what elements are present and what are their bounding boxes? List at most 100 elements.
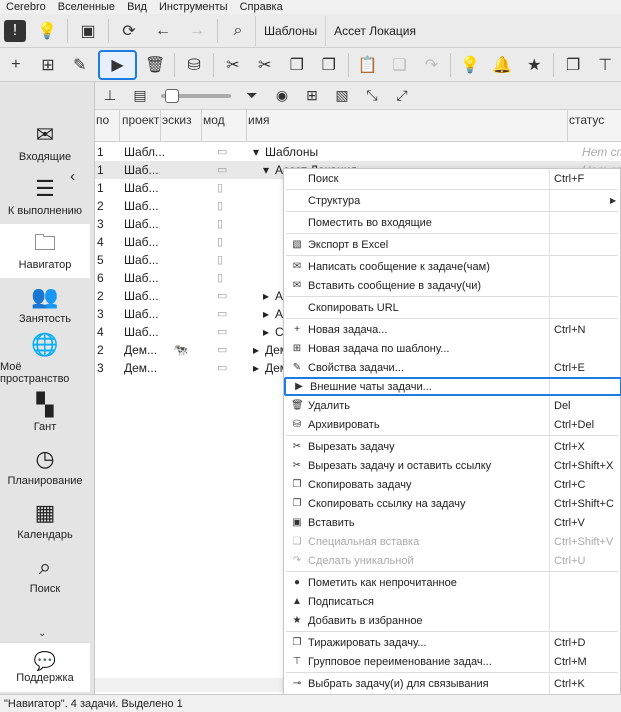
context-menu-item[interactable]: 🗑 Удалить Del <box>284 396 620 415</box>
row-status: Нет ста... <box>582 145 621 159</box>
sidebar-item-calendar[interactable]: ▦ Календарь <box>0 494 90 548</box>
sidebar-item-gantt[interactable]: ▚ Гант <box>0 386 90 440</box>
copy-icon[interactable]: ❐ <box>283 50 311 80</box>
hierarchy-icon[interactable]: ⊥ <box>97 84 123 108</box>
forward-arrow-icon[interactable]: → <box>182 16 212 46</box>
globe-icon: 🌐 <box>31 332 59 357</box>
excel-icon[interactable]: ▧ <box>329 84 355 108</box>
menu-1[interactable]: Вселенные <box>52 1 121 13</box>
sidebar-item-todo[interactable]: ☰ К выполнению <box>0 170 90 224</box>
sidebar-item-my-space[interactable]: 🌐 Моё пространство <box>0 332 90 386</box>
context-menu-item[interactable]: + Новая задача... Ctrl+N <box>284 320 620 339</box>
folder-icon: ▯ <box>217 200 224 212</box>
tab-templates[interactable]: Шаблоны <box>255 15 325 46</box>
unique-icon[interactable]: ↷ <box>418 50 446 80</box>
filter-icon[interactable]: ⏷ <box>239 84 265 108</box>
sidebar-item-inbox[interactable]: ✉ Входящие <box>0 116 90 170</box>
context-menu-item[interactable]: ✂ Вырезать задачу и оставить ссылку Ctrl+S… <box>284 456 620 475</box>
col-header-name[interactable]: имя <box>248 113 269 127</box>
horizontal-scrollbar[interactable] <box>95 678 285 692</box>
bulb-icon[interactable]: 💡 <box>456 50 484 80</box>
row-project: Шаб... <box>124 163 159 177</box>
row-project: Шаб... <box>124 235 159 249</box>
tab-asset-location[interactable]: Ассет Локация <box>325 15 424 46</box>
context-menu-item[interactable]: ❐ Скопировать ссылку на задачу Ctrl+Shift+… <box>284 494 620 513</box>
menu-2[interactable]: Вид <box>121 1 153 13</box>
slider-knob[interactable] <box>165 88 179 103</box>
archive-icon: ⛁ <box>292 419 302 430</box>
context-menu-item[interactable]: ✉ Вставить сообщение в задачу(чи) <box>284 276 620 295</box>
menu-item-shortcut: Ctrl+K <box>554 677 585 690</box>
bulb-icon[interactable]: 💡 <box>32 16 62 46</box>
row-num: 2 <box>97 343 104 357</box>
row-num: 2 <box>97 289 104 303</box>
context-menu-item[interactable]: ⊤ Групповое переименование задач... Ctrl+M <box>284 652 620 671</box>
context-menu-item[interactable]: ⛁ Архивировать Ctrl+Del <box>284 415 620 434</box>
paste-special-icon[interactable]: ❏ <box>386 50 414 80</box>
menu-0[interactable]: Cerebro <box>0 1 52 13</box>
scissors-icon[interactable]: ✂ <box>219 50 247 80</box>
context-menu-item[interactable]: ▶ Внешние чаты задачи... <box>284 377 621 396</box>
paste-icon[interactable]: 📋 <box>354 50 382 80</box>
context-menu-item[interactable]: ✉ Написать сообщение к задаче(чам) <box>284 257 620 276</box>
sidebar-item-navigator[interactable]: 🗀 Навигатор <box>0 224 90 278</box>
col-header-status[interactable]: статус <box>569 113 604 127</box>
sidebar-item-search[interactable]: ⌕ Поиск <box>0 548 90 602</box>
expand-all-icon[interactable]: ⤢ <box>389 84 415 108</box>
menu-3[interactable]: Инструменты <box>153 1 234 13</box>
context-menu-item[interactable]: Поместить во входящие <box>284 213 620 232</box>
context-menu-item[interactable]: ★ Добавить в избранное <box>284 611 620 630</box>
col-header-num[interactable]: по <box>96 113 109 127</box>
context-menu-item[interactable]: Скопировать URL <box>284 298 620 317</box>
context-menu-item[interactable]: ▧ Экспорт в Excel <box>284 235 620 254</box>
context-menu-item[interactable]: ❐ Тиражировать задачу... Ctrl+D <box>284 633 620 652</box>
context-menu-item[interactable]: ✂ Вырезать задачу Ctrl+X <box>284 437 620 456</box>
search-icon[interactable]: ⌕ <box>223 16 253 46</box>
trash-icon[interactable]: 🗑 <box>141 50 169 80</box>
menu-item-label: Поместить во входящие <box>308 216 432 229</box>
star-icon[interactable]: ★ <box>520 50 548 80</box>
context-menu-item[interactable]: ▲ Подписаться <box>284 592 620 611</box>
sidebar-item-planning[interactable]: ◷ Планирование <box>0 440 90 494</box>
menu-separator <box>286 233 618 234</box>
context-menu-item[interactable]: Структура ▶ <box>284 191 620 210</box>
back-arrow-icon[interactable]: ← <box>148 16 178 46</box>
col-header-thumb[interactable]: эскиз <box>162 113 192 127</box>
pencil-icon[interactable]: ✎ <box>66 50 94 80</box>
thumbnail-size-slider[interactable] <box>161 88 231 103</box>
col-header-mod[interactable]: мод <box>203 113 225 127</box>
menu-4[interactable]: Справка <box>234 1 289 13</box>
context-menu-item[interactable]: ❐ Скопировать задачу Ctrl+C <box>284 475 620 494</box>
context-menu-item[interactable]: Поиск Ctrl+F <box>284 169 620 188</box>
table-row[interactable]: 1 Шабл... ▭ ▾ Шаблоны Нет ста... <box>95 143 621 161</box>
chat-icon[interactable]: ▶ <box>97 49 138 80</box>
duplicate-icon[interactable]: ❐ <box>559 50 587 80</box>
bell-icon[interactable]: 🔔 <box>488 50 516 80</box>
support-button[interactable]: 💬 Поддержка <box>0 642 90 692</box>
context-menu-item[interactable]: ▣ Вставить Ctrl+V <box>284 513 620 532</box>
eye-icon[interactable]: ◉ <box>269 84 295 108</box>
context-menu-item[interactable]: ✎ Свойства задачи... Ctrl+E <box>284 358 620 377</box>
sidebar-item-occupancy[interactable]: 👥 Занятость <box>0 278 90 332</box>
refresh-icon[interactable]: ⟳ <box>114 16 144 46</box>
menu-separator <box>286 435 618 436</box>
copy-link-icon[interactable]: ❐ <box>315 50 343 80</box>
menu-item-shortcut: Ctrl+Shift+C <box>554 497 614 510</box>
rename-icon[interactable]: ⊤ <box>591 50 619 80</box>
scissors-link-icon[interactable]: ✂ <box>251 50 279 80</box>
chevron-down-icon[interactable]: ⌄ <box>38 628 46 639</box>
context-menu-item[interactable]: ● Пометить как непрочитанное <box>284 573 620 592</box>
collapse-all-icon[interactable]: ⤡ <box>359 84 385 108</box>
menu-item-label: Подписаться <box>308 595 374 608</box>
plus-icon[interactable]: + <box>2 50 30 80</box>
notification-icon[interactable]: ! <box>4 19 26 42</box>
template-plus-icon[interactable]: ⊞ <box>34 50 62 80</box>
context-menu-item[interactable]: ⊞ Новая задача по шаблону... <box>284 339 620 358</box>
context-menu-item[interactable]: ⊸ Выбрать задачу(и) для связывания Ctrl+K <box>284 674 620 693</box>
col-header-project[interactable]: проект <box>122 113 159 127</box>
archive-icon[interactable]: ⛁ <box>180 50 208 80</box>
thumbnail-icon[interactable]: ▤ <box>127 84 153 108</box>
table-icon[interactable]: ⊞ <box>299 84 325 108</box>
menu-separator <box>286 571 618 572</box>
book-icon[interactable]: ▣ <box>73 16 103 46</box>
